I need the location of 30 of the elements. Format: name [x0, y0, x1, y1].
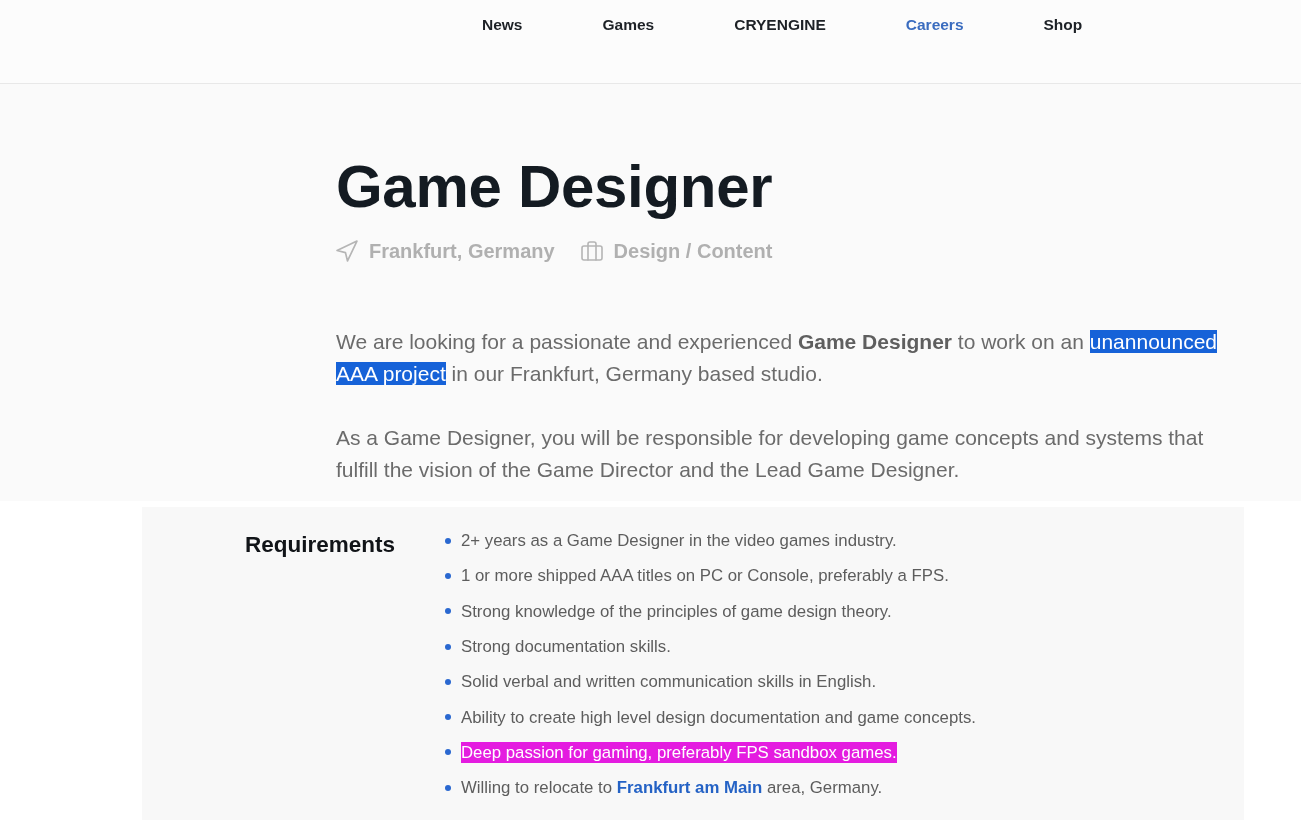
bullet-icon — [445, 572, 451, 579]
bullet-icon — [445, 714, 451, 721]
location-link[interactable]: Frankfurt am Main — [616, 778, 763, 798]
nav-link[interactable]: Shop — [1043, 15, 1083, 35]
department-text: Design / Content — [613, 239, 773, 263]
nav-link[interactable]: Careers — [905, 15, 964, 35]
requirement-text: Strong documentation skills. — [461, 636, 671, 658]
description-paragraph: We are looking for a passionate and experienced Game Designer to work on an unannounced AAA project in our Frankfurt, Germany based studio. — [336, 329, 1219, 387]
location-text: Frankfurt, Germany — [369, 239, 555, 263]
requirement-text: Strong knowledge of the principles of game design theory. — [461, 600, 892, 622]
description-paragraph: As a Game Designer, you will be responsible for developing game concepts and systems that fulfill the vision of the Game Director and the Lead Game Designer. — [336, 425, 1205, 483]
briefcase-icon — [580, 240, 603, 262]
requirement-text: 2+ years as a Game Designer in the video games industry. — [461, 530, 897, 552]
bullet-icon — [445, 537, 451, 544]
section-heading: Requirements — [245, 531, 396, 559]
requirement-text: Deep passion for gaming, preferably FPS sandbox games. — [461, 741, 897, 763]
bullet-icon — [445, 643, 451, 650]
bullet-icon — [445, 608, 451, 615]
nav-link[interactable]: News — [482, 15, 523, 35]
job-title: Game Designer — [336, 152, 773, 222]
bullet-icon — [445, 678, 451, 685]
nav-link[interactable]: CRYENGINE — [734, 15, 826, 35]
nav-link[interactable]: Games — [602, 15, 655, 35]
requirement-text: Solid verbal and written communication skills in English. — [461, 671, 877, 693]
requirement-text: Willing to relocate to Frankfurt am Main area, Germany. — [461, 777, 883, 799]
bullet-icon — [445, 749, 451, 756]
navigation-arrow-icon — [336, 240, 358, 262]
requirement-text: 1 or more shipped AAA titles on PC or Console, preferably a FPS. — [461, 565, 949, 587]
bullet-icon — [445, 784, 451, 791]
requirement-text: Ability to create high level design documentation and game concepts. — [461, 706, 976, 728]
